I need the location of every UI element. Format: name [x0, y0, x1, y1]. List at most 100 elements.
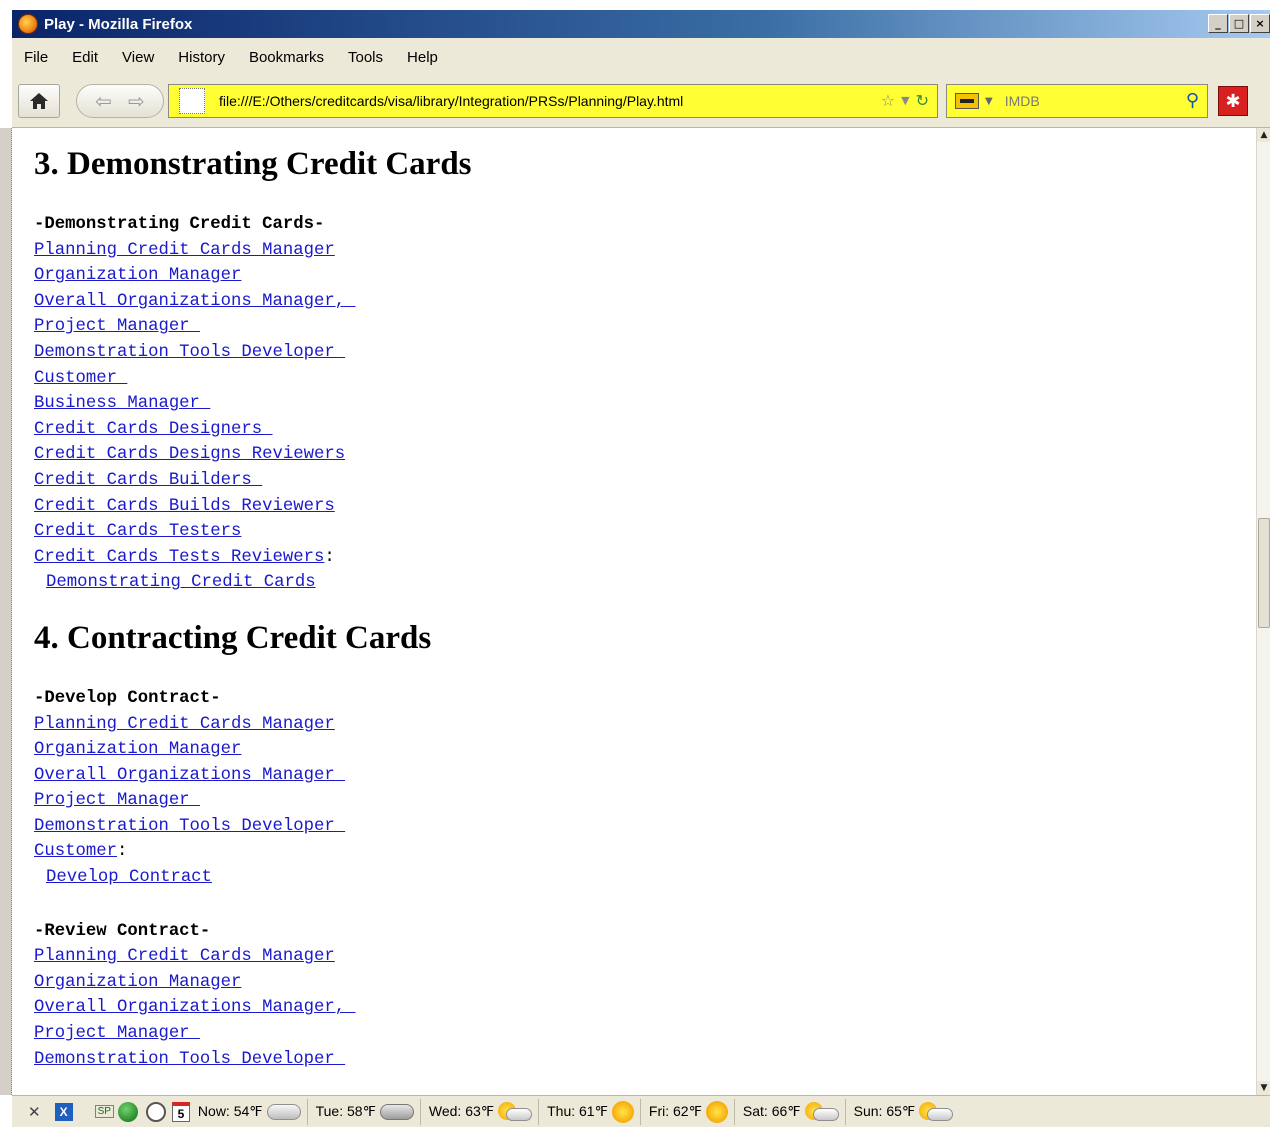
- forward-button[interactable]: ⇨: [128, 89, 145, 113]
- review-contract-block: -Review Contract- Planning Credit Cards …: [34, 919, 1256, 1073]
- link-credit-cards-builds-reviewers[interactable]: Credit Cards Builds Reviewers: [34, 497, 335, 516]
- weather-label: Thu: 61℉: [547, 1103, 608, 1119]
- menu-history[interactable]: History: [178, 49, 225, 66]
- block-heading: -Develop Contract-: [34, 688, 221, 708]
- menu-tools[interactable]: Tools: [348, 49, 383, 66]
- window-title: Play - Mozilla Firefox: [44, 15, 193, 33]
- scroll-thumb[interactable]: [1258, 518, 1270, 628]
- weather-label: Tue: 58℉: [315, 1103, 376, 1119]
- weather-label: Wed: 63℉: [428, 1103, 495, 1119]
- link-demonstrating-credit-cards[interactable]: Demonstrating Credit Cards: [46, 573, 316, 592]
- url-text: file:///E:/Others/creditcards/visa/libra…: [219, 93, 684, 109]
- sun-icon: [611, 1100, 634, 1123]
- navigation-toolbar: ⇦ ⇨ file:///E:/Others/creditcards/visa/l…: [12, 76, 1270, 128]
- minimize-button[interactable]: _: [1208, 14, 1228, 33]
- link-planning-credit-cards-manager[interactable]: Planning Credit Cards Manager: [34, 947, 335, 966]
- partly-cloudy-icon: [919, 1101, 954, 1122]
- partly-cloudy-icon: [498, 1101, 533, 1122]
- menu-bar: File Edit View History Bookmarks Tools H…: [12, 38, 1270, 76]
- link-customer[interactable]: Customer: [34, 369, 127, 388]
- weather-sun[interactable]: Sun: 65℉: [854, 1099, 960, 1125]
- addon-icon[interactable]: ✱: [1218, 86, 1248, 116]
- link-overall-organizations-manager[interactable]: Overall Organizations Manager,: [34, 998, 355, 1017]
- xmarks-icon[interactable]: X: [54, 1102, 73, 1121]
- scroll-down-icon[interactable]: ▼: [1257, 1081, 1270, 1095]
- sun-icon: [705, 1100, 728, 1123]
- link-planning-credit-cards-manager[interactable]: Planning Credit Cards Manager: [34, 715, 335, 734]
- reload-icon[interactable]: ↻: [916, 91, 929, 110]
- link-demonstration-tools-developer[interactable]: Demonstration Tools Developer: [34, 343, 345, 362]
- section-4-title: 4. Contracting Credit Cards: [34, 619, 432, 656]
- weather-wed[interactable]: Wed: 63℉: [428, 1098, 540, 1125]
- url-bar[interactable]: file:///E:/Others/creditcards/visa/libra…: [168, 84, 938, 118]
- link-develop-contract[interactable]: Develop Contract: [46, 868, 212, 887]
- menu-bookmarks[interactable]: Bookmarks: [249, 49, 324, 66]
- site-identity-icon[interactable]: [179, 88, 205, 114]
- link-credit-cards-builders[interactable]: Credit Cards Builders: [34, 471, 262, 490]
- sp-icon[interactable]: SP: [94, 1105, 114, 1118]
- weather-label: Sat: 66℉: [742, 1103, 801, 1119]
- link-credit-cards-designs-reviewers[interactable]: Credit Cards Designs Reviewers: [34, 445, 345, 464]
- link-business-manager[interactable]: Business Manager: [34, 394, 210, 413]
- link-organization-manager[interactable]: Organization Manager: [34, 266, 241, 285]
- close-addon-bar-icon[interactable]: ✕: [28, 1103, 41, 1121]
- link-credit-cards-designers[interactable]: Credit Cards Designers: [34, 420, 273, 439]
- left-frame-border: [0, 128, 12, 1095]
- green-status-icon[interactable]: [117, 1101, 138, 1122]
- back-button[interactable]: ⇦: [95, 89, 112, 113]
- link-planning-credit-cards-manager[interactable]: Planning Credit Cards Manager: [34, 241, 335, 260]
- home-button[interactable]: [18, 84, 60, 118]
- link-project-manager[interactable]: Project Manager: [34, 791, 200, 810]
- menu-file[interactable]: File: [24, 49, 48, 66]
- search-bar[interactable]: ▼ IMDB ⚲: [946, 84, 1208, 118]
- home-icon: [30, 93, 48, 109]
- search-input[interactable]: IMDB: [1005, 93, 1040, 109]
- back-forward-group: ⇦ ⇨: [76, 84, 164, 118]
- link-overall-organizations-manager[interactable]: Overall Organizations Manager,: [34, 292, 355, 311]
- search-icon[interactable]: ⚲: [1186, 90, 1199, 111]
- link-organization-manager[interactable]: Organization Manager: [34, 740, 241, 759]
- weather-label: Now: 54℉: [197, 1103, 263, 1119]
- close-button[interactable]: ×: [1250, 14, 1270, 33]
- link-credit-cards-testers[interactable]: Credit Cards Testers: [34, 522, 241, 541]
- link-customer[interactable]: Customer: [34, 842, 117, 861]
- maximize-button[interactable]: □: [1229, 14, 1249, 33]
- section-3-title: 3. Demonstrating Credit Cards: [34, 146, 472, 182]
- weather-label: Sun: 65℉: [853, 1103, 916, 1119]
- cloud-icon: [266, 1103, 301, 1120]
- link-overall-organizations-manager[interactable]: Overall Organizations Manager: [34, 766, 345, 785]
- link-credit-cards-tests-reviewers[interactable]: Credit Cards Tests Reviewers: [34, 548, 324, 567]
- partly-cloudy-icon: [804, 1101, 839, 1122]
- clock-icon[interactable]: [145, 1101, 166, 1122]
- status-bar: ✕ X SP 5 Now: 54℉ Tue: 58℉ Wed: 63℉ Thu:…: [12, 1095, 1270, 1127]
- menu-help[interactable]: Help: [407, 49, 438, 66]
- link-demonstration-tools-developer[interactable]: Demonstration Tools Developer: [34, 1050, 345, 1069]
- weather-sat[interactable]: Sat: 66℉: [742, 1098, 846, 1125]
- calendar-icon[interactable]: 5: [171, 1101, 190, 1122]
- weather-thu[interactable]: Thu: 61℉: [547, 1098, 641, 1125]
- menu-edit[interactable]: Edit: [72, 49, 98, 66]
- weather-tue[interactable]: Tue: 58℉: [315, 1098, 421, 1125]
- scroll-up-icon[interactable]: ▲: [1257, 128, 1270, 142]
- colon: :: [116, 842, 128, 862]
- window-controls: _ □ ×: [1207, 14, 1270, 33]
- page-content: 3. Demonstrating Credit Cards -Demonstra…: [12, 128, 1256, 1095]
- weather-fri[interactable]: Fri: 62℉: [649, 1098, 735, 1125]
- demonstrating-block: -Demonstrating Credit Cards- Planning Cr…: [34, 212, 1256, 596]
- link-organization-manager[interactable]: Organization Manager: [34, 973, 241, 992]
- block-heading: -Review Contract-: [34, 921, 211, 941]
- develop-contract-block: -Develop Contract- Planning Credit Cards…: [34, 686, 1256, 891]
- colon: :: [324, 547, 335, 567]
- weather-now[interactable]: Now: 54℉: [197, 1098, 308, 1125]
- menu-view[interactable]: View: [122, 49, 154, 66]
- link-project-manager[interactable]: Project Manager: [34, 317, 200, 336]
- search-engine-icon[interactable]: [955, 93, 979, 109]
- engine-dropdown-icon[interactable]: ▼: [985, 96, 993, 107]
- dropdown-arrow-icon[interactable]: ▼: [901, 94, 909, 107]
- bookmark-star-icon[interactable]: ☆: [881, 91, 895, 110]
- link-demonstration-tools-developer[interactable]: Demonstration Tools Developer: [34, 817, 345, 836]
- title-bar: Play - Mozilla Firefox _ □ ×: [12, 10, 1270, 38]
- link-project-manager[interactable]: Project Manager: [34, 1024, 200, 1043]
- firefox-logo-icon: [18, 14, 38, 34]
- vertical-scrollbar[interactable]: ▲ ▼: [1256, 128, 1270, 1095]
